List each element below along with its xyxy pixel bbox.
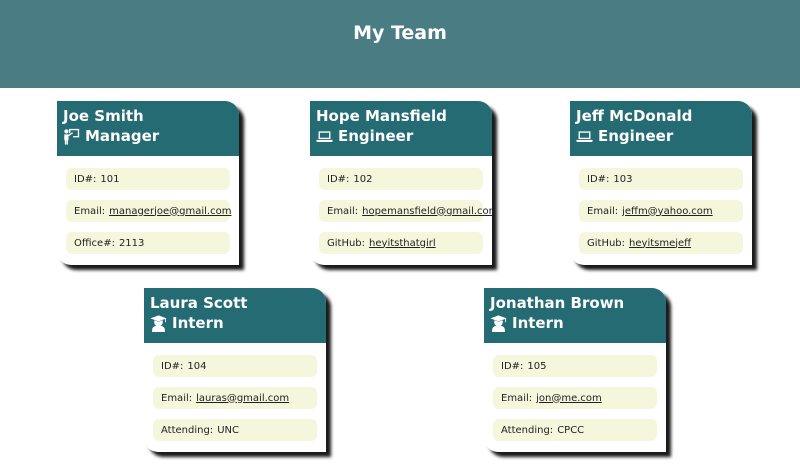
card-header: Hope Mansfield Engineer [310, 101, 492, 156]
card-body: ID#: 104 Email: lauras@gmail.com Attending… [144, 343, 326, 441]
employee-role: Engineer [576, 126, 752, 147]
card-body: ID#: 103 Email: jeffm@yahoo.com GitHub: hey… [570, 156, 752, 254]
employee-card-jeff-mcdonald: Jeff McDonald Engineer ID#: 103 Email: jef… [570, 101, 752, 265]
id-field: ID#: 104 [153, 355, 317, 377]
graduate-icon [490, 315, 507, 332]
email-field: Email: managerjoe@gmail.com [66, 200, 231, 222]
github-field: GitHub: heyitsmejeff [579, 232, 743, 254]
card-body: ID#: 102 Email: hopemansfield@gmail.com Gi… [310, 156, 492, 254]
id-field: ID#: 101 [66, 168, 230, 190]
employee-card-joe-smith: Joe Smith Manager ID#: 101 Email: managerj… [57, 101, 239, 265]
employee-role: Manager [63, 126, 239, 147]
employee-card-jonathan-brown: Jonathan Brown Intern ID#: 105 Email: jon@… [484, 288, 666, 452]
id-value: 103 [613, 173, 633, 185]
office-field: Office#: 2113 [66, 232, 230, 254]
email-link[interactable]: jeffm@yahoo.com [622, 206, 713, 217]
github-link[interactable]: heyitsthatgirl [369, 238, 436, 249]
id-value: 104 [187, 360, 207, 372]
id-field: ID#: 103 [579, 168, 743, 190]
office-value: 2113 [118, 237, 145, 249]
employee-role: Intern [490, 313, 666, 334]
role-label: Engineer [338, 127, 414, 145]
employee-name: Laura Scott [150, 294, 248, 312]
school-value: CPCC [557, 424, 585, 436]
school-field: Attending: CPCC [493, 419, 657, 441]
id-value: 101 [100, 173, 120, 185]
card-header: Jeff McDonald Engineer [570, 101, 752, 156]
card-header: Joe Smith Manager [57, 101, 239, 156]
card-header: Laura Scott Intern [144, 288, 326, 343]
email-field: Email: hopemansfield@gmail.com [319, 200, 492, 222]
id-value: 105 [527, 360, 547, 372]
card-body: ID#: 105 Email: jon@me.com Attending: CPCC [484, 343, 666, 441]
employee-name: Jonathan Brown [490, 294, 625, 312]
card-header: Jonathan Brown Intern [484, 288, 666, 343]
laptop-icon [576, 131, 593, 143]
role-label: Engineer [598, 127, 674, 145]
email-link[interactable]: hopemansfield@gmail.com [362, 206, 492, 217]
email-link[interactable]: managerjoe@gmail.com [109, 206, 231, 217]
employee-role: Intern [150, 313, 326, 334]
employee-name: Hope Mansfield [316, 107, 447, 125]
role-label: Manager [85, 127, 160, 145]
github-link[interactable]: heyitsmejeff [629, 238, 691, 249]
id-value: 102 [353, 173, 373, 185]
employee-role: Engineer [316, 126, 492, 147]
manager-icon [64, 128, 80, 145]
id-field: ID#: 102 [319, 168, 483, 190]
employee-card-hope-mansfield: Hope Mansfield Engineer ID#: 102 Email: ho… [310, 101, 492, 265]
employee-card-laura-scott: Laura Scott Intern ID#: 104 Email: lauras@… [144, 288, 326, 452]
card-body: ID#: 101 Email: managerjoe@gmail.com Offic… [57, 156, 239, 254]
role-label: Intern [512, 314, 564, 332]
laptop-icon [316, 131, 333, 143]
school-value: UNC [217, 424, 239, 436]
id-field: ID#: 105 [493, 355, 657, 377]
email-field: Email: jeffm@yahoo.com [579, 200, 743, 222]
school-field: Attending: UNC [153, 419, 317, 441]
employee-name: Joe Smith [63, 107, 144, 125]
page-header: My Team [0, 0, 800, 88]
email-field: Email: lauras@gmail.com [153, 387, 317, 409]
role-label: Intern [172, 314, 224, 332]
email-field: Email: jon@me.com [493, 387, 657, 409]
employee-name: Jeff McDonald [576, 107, 693, 125]
page-title: My Team [353, 22, 447, 44]
email-link[interactable]: jon@me.com [536, 393, 602, 404]
github-field: GitHub: heyitsthatgirl [319, 232, 483, 254]
email-link[interactable]: lauras@gmail.com [196, 393, 289, 404]
graduate-icon [150, 315, 167, 332]
